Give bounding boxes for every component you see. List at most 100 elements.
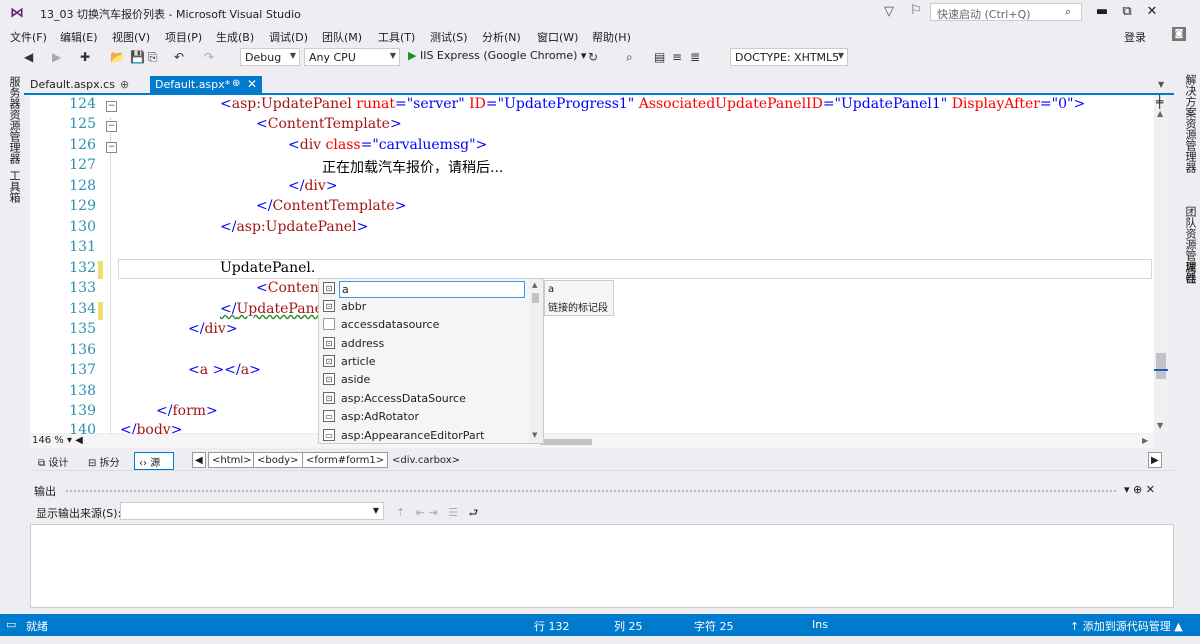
new-project-icon[interactable]: ✚ [80,50,90,64]
menu-file[interactable]: 文件(F) [10,29,47,45]
output-panel-controls[interactable]: ▾ ⊕ ✕ [1124,483,1155,496]
source-view-button[interactable]: ‹› 源 [134,452,174,470]
tab-list-dropdown-icon[interactable]: ▼ [1158,80,1164,89]
restore-button[interactable]: ⧉ [1117,4,1137,19]
scroll-up-icon[interactable]: ▲ [532,281,537,289]
save-icon[interactable]: 💾 [130,50,145,64]
save-all-icon[interactable]: ⎘ [148,50,158,65]
back-icon[interactable]: ◀ [24,50,33,64]
run-button[interactable]: ▶ IIS Express (Google Chrome) ▾ [408,49,586,62]
filter-icon[interactable]: ▽ [884,4,894,19]
zoom-level[interactable]: 146 % ▾ ◀ [32,435,83,446]
close-window-button[interactable]: ✕ [1142,4,1162,19]
completion-item[interactable]: ⊡ asp:AccessDataSource [319,390,527,408]
menu-debug[interactable]: 调试(D) [269,29,308,45]
breadcrumb-form[interactable]: <form#form1> [302,452,389,468]
menu-project[interactable]: 项目(P) [165,29,202,45]
intellisense-scrollbar[interactable]: ▲ ▼ [529,279,543,443]
menu-tools[interactable]: 工具(T) [378,29,415,45]
login-link[interactable]: 登录 [1124,29,1146,45]
refresh-icon[interactable]: ↻ [588,50,598,64]
menu-build[interactable]: 生成(B) [216,29,254,45]
split-icon[interactable]: ╪ [1156,95,1163,109]
pin-icon[interactable]: ⊕ [120,78,129,91]
properties-tab[interactable]: 属性 [1182,262,1198,284]
completion-item[interactable]: ▭ asp:AdRotator [319,408,527,426]
document-outline-icon[interactable]: ▤ [654,50,665,64]
solution-explorer-tab[interactable]: 解决方案资源管理器 [1182,74,1198,173]
crumb-forward-icon[interactable]: ▶ [1148,452,1162,468]
design-view-button[interactable]: ⧉ 设计 [38,454,68,469]
quick-launch-placeholder: 快速启动 (Ctrl+Q) [937,8,1031,21]
close-tab-icon[interactable]: ✕ [247,77,257,91]
menu-help[interactable]: 帮助(H) [592,29,631,45]
pin-icon[interactable]: ⊕ [232,78,240,89]
completion-item[interactable]: ⊡ address [319,335,527,353]
menu-edit[interactable]: 编辑(E) [60,29,98,45]
panel-drag-grip[interactable] [66,490,1116,493]
completion-item[interactable]: ⊡ article [319,353,527,371]
completion-item-selected[interactable]: ⊡ a [319,280,527,298]
forward-icon[interactable]: ▶ [52,50,61,64]
tab-default-aspx-cs[interactable]: Default.aspx.cs [30,78,115,91]
clear-all-icon[interactable]: ☰ [448,506,458,519]
notification-icon[interactable]: ⚐ [910,3,922,18]
menu-analyze[interactable]: 分析(N) [482,29,521,45]
completion-filter-input[interactable]: a [339,281,525,298]
intellisense-popup[interactable]: ⊡ a ⊡ abbr accessdatasource ⊡ address ⊡ art… [318,278,544,444]
breadcrumb-current[interactable]: <div.carbox> [388,452,464,468]
open-file-icon[interactable]: 📂 [110,50,125,64]
quick-launch-input[interactable]: 快速启动 (Ctrl+Q) ⌕ [930,3,1082,21]
menu-window[interactable]: 窗口(W) [537,29,578,45]
scroll-down-icon[interactable]: ▼ [1157,421,1163,430]
go-to-message-icon[interactable]: ⇡ [396,506,405,519]
uncomment-icon[interactable]: ≣ [690,50,700,64]
previous-message-icon[interactable]: ⇤ [416,506,425,519]
output-source-select[interactable]: ▼ [120,502,384,520]
scroll-right-icon[interactable]: ▶ [1142,436,1148,445]
minimize-button[interactable]: ▬ [1092,4,1112,19]
find-icon[interactable]: ⌕ [626,50,633,65]
breadcrumb-html[interactable]: <html> [208,452,256,468]
scroll-down-icon[interactable]: ▼ [532,431,537,439]
output-text-area[interactable] [30,524,1174,608]
next-message-icon[interactable]: ⇥ [428,506,437,519]
account-icon[interactable]: ◙ [1172,27,1186,41]
menu-test[interactable]: 测试(S) [430,29,468,45]
undo-icon[interactable]: ↶ [174,50,184,64]
scroll-thumb[interactable] [532,293,539,303]
toolbox-tab[interactable]: 工具箱 [6,170,22,203]
horizontal-scrollbar[interactable] [30,434,1154,448]
server-explorer-tab[interactable]: 服务器资源管理器 [6,76,22,164]
comment-icon[interactable]: ≡ [672,50,682,64]
status-column: 列 25 [614,620,643,633]
menu-view[interactable]: 视图(V) [112,29,150,45]
scroll-up-icon[interactable]: ▲ [1157,109,1163,118]
completion-tooltip: a 链接的标记段 [544,280,614,316]
horizontal-scroll-thumb[interactable] [540,439,592,445]
redo-icon[interactable]: ↷ [204,50,214,64]
completion-item[interactable]: ⊡ abbr [319,298,527,316]
menu-team[interactable]: 团队(M) [322,29,362,45]
config-select[interactable]: Debug ▼ [240,48,300,66]
completion-item[interactable]: accessdatasource [319,316,527,334]
split-view-button[interactable]: ⊟ 拆分 [88,454,120,469]
completion-item[interactable]: ⊡ aside [319,371,527,389]
close-panel-icon[interactable]: ✕ [1146,483,1155,496]
fold-icon[interactable]: − [106,101,117,112]
platform-select[interactable]: Any CPU ▼ [304,48,400,66]
scroll-thumb[interactable] [1156,353,1166,379]
doctype-select[interactable]: DOCTYPE: XHTML5 ▼ [730,48,848,66]
add-to-source-control-button[interactable]: ↑ 添加到源代码管理 ▲ [1070,618,1183,634]
breadcrumb-body[interactable]: <body> [253,452,303,468]
pin-icon[interactable]: ⊕ [1133,483,1142,496]
word-wrap-icon[interactable]: ⮐ [469,506,479,519]
completion-item[interactable]: ▭ asp:AppearanceEditorPart [319,427,527,443]
line-number: 138 [69,383,96,399]
tab-default-aspx[interactable]: Default.aspx* ⊕ ✕ [150,76,262,93]
fold-icon[interactable]: − [106,142,117,153]
vertical-scrollbar[interactable]: ╪ ▲ ▼ [1154,95,1170,433]
crumb-back-icon[interactable]: ◀ [192,452,206,468]
fold-icon[interactable]: − [106,121,117,132]
completion-label: abbr [341,300,367,313]
